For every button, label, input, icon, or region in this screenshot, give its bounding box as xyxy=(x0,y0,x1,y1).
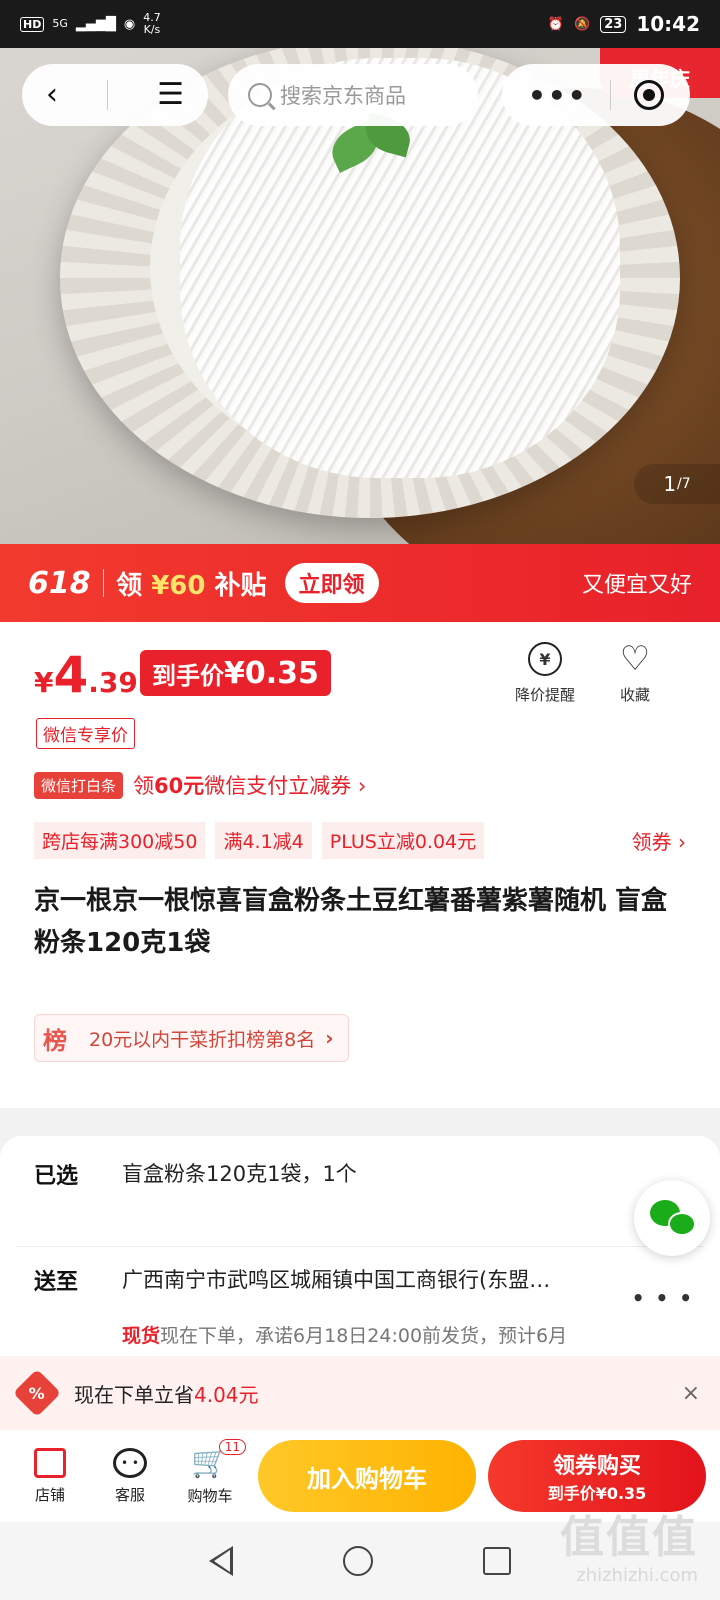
savings-text: 现在下单立省4.04元 xyxy=(74,1382,259,1407)
promo-618-logo: 618 xyxy=(28,565,91,601)
nav-back-menu-group: ‹ ☰ xyxy=(22,64,208,126)
product-info-card: ¥ 4 .39 到手价 ¥0.35 微信专享价 ¥ 降价提醒 ♡ 收藏 微信打白条… xyxy=(0,622,720,1108)
promotion-chips: 跨店每满300减50 满4.1减4 PLUS立减0.04元 领券 › xyxy=(34,822,686,859)
wechat-exclusive-tag: 微信专享价 xyxy=(36,718,135,749)
final-price-badge: 到手价 ¥0.35 xyxy=(140,650,331,696)
cart-count-badge: 11 xyxy=(218,1438,246,1455)
rank-text: 20元以内干菜折扣榜第8名 xyxy=(89,1028,316,1051)
cart-button[interactable]: 🛒 11 购物车 xyxy=(170,1438,250,1506)
network-speed: 4.7 K/s xyxy=(143,11,161,36)
promo-chip[interactable]: PLUS立减0.04元 xyxy=(321,822,485,859)
wifi-icon: ◉ xyxy=(123,16,136,32)
promo-slogan: 又便宜又好 xyxy=(581,573,692,598)
status-bar: HD 5G ▂▄▆█ ◉ 4.7 K/s ⏰ 🔕 23 10:42 xyxy=(0,0,720,48)
customer-service-button[interactable]: • • 客服 xyxy=(90,1447,170,1505)
chevron-right-icon: › xyxy=(325,1026,334,1050)
heart-plus-icon: ♡ xyxy=(619,639,651,679)
miniapp-capsule: ••• xyxy=(502,64,690,126)
promo-chip[interactable]: 满4.1减4 xyxy=(215,822,312,859)
product-title: 京一根京一根惊喜盲盒粉条土豆红薯番薯紫薯随机 盲盒粉条120克1袋 xyxy=(34,886,668,958)
watermark: 值值值 zhizhizhi.com xyxy=(560,1512,698,1586)
promo-banner[interactable]: 618 领 ¥60 补贴 立即领 又便宜又好 xyxy=(0,544,720,622)
clock: 10:42 xyxy=(636,12,700,36)
close-miniapp-icon[interactable] xyxy=(633,80,664,110)
wechat-coupon-row[interactable]: 微信打白条 领60元微信支付立减券 › xyxy=(34,770,366,800)
discount-icon: % xyxy=(12,1368,62,1418)
coupon-text: 领60元微信支付立减券 › xyxy=(133,774,367,798)
image-counter: 1/7 xyxy=(634,464,720,504)
back-icon[interactable]: ‹ xyxy=(46,80,58,110)
search-placeholder: 搜索京东商品 xyxy=(280,84,406,108)
chat-icon: • • xyxy=(113,1447,147,1478)
promo-chip[interactable]: 跨店每满300减50 xyxy=(34,822,206,859)
price: ¥ 4 .39 xyxy=(34,646,138,704)
ship-address[interactable]: 广西南宁市武鸣区城厢镇中国工商银行(东盟… xyxy=(122,1264,550,1294)
savings-bar: % 现在下单立省4.04元 × xyxy=(0,1356,720,1430)
favorite-button[interactable]: ♡ 收藏 xyxy=(595,642,675,705)
price-alert-icon: ¥ xyxy=(528,642,562,676)
menu-icon[interactable]: ☰ xyxy=(157,80,184,110)
product-image-gallery[interactable]: 周年庆 ‹ ☰ 搜索京东商品 ••• 1/7 xyxy=(0,48,720,544)
add-to-cart-button[interactable]: 加入购物车 xyxy=(258,1440,476,1512)
system-recents-icon[interactable] xyxy=(483,1547,511,1575)
selected-label: 已选 xyxy=(34,1164,79,1189)
more-icon[interactable]: • • • xyxy=(632,1286,694,1310)
signal-icon: ▂▄▆█ xyxy=(75,16,116,32)
shipping-promise: 现货现在下单，承诺6月18日24:00前发货，预计6月 xyxy=(122,1325,568,1347)
system-home-icon[interactable] xyxy=(343,1546,373,1576)
ship-to-label: 送至 xyxy=(34,1270,79,1295)
search-icon xyxy=(248,83,272,107)
shop-icon xyxy=(34,1447,66,1478)
battery-indicator: 23 xyxy=(600,15,627,33)
search-input[interactable]: 搜索京东商品 xyxy=(228,64,478,126)
get-coupon-link[interactable]: 领券 › xyxy=(632,826,686,855)
promo-subsidy-text: 领 ¥60 补贴 xyxy=(116,570,267,601)
mute-icon: 🔕 xyxy=(574,16,591,32)
rank-icon: 榜 xyxy=(43,1026,67,1055)
more-options-icon[interactable]: ••• xyxy=(528,79,588,112)
price-alert-button[interactable]: ¥ 降价提醒 xyxy=(505,642,585,705)
wechat-share-button[interactable] xyxy=(634,1180,710,1256)
nav-divider xyxy=(107,80,109,110)
selected-spec[interactable]: 盲盒粉条120克1袋，1个 xyxy=(122,1158,357,1188)
shop-button[interactable]: 店铺 xyxy=(10,1447,90,1505)
system-back-icon[interactable] xyxy=(209,1546,233,1576)
system-nav-bar: 值值值 zhizhizhi.com xyxy=(0,1512,720,1600)
close-icon[interactable]: × xyxy=(682,1381,700,1406)
network-type: 5G xyxy=(52,17,68,30)
claim-now-button[interactable]: 立即领 xyxy=(284,563,379,603)
hd-indicator: HD xyxy=(20,16,45,32)
coupon-tag: 微信打白条 xyxy=(34,771,124,799)
ranking-badge[interactable]: 榜 20元以内干菜折扣榜第8名 › xyxy=(34,1014,349,1062)
alarm-icon: ⏰ xyxy=(547,16,565,32)
